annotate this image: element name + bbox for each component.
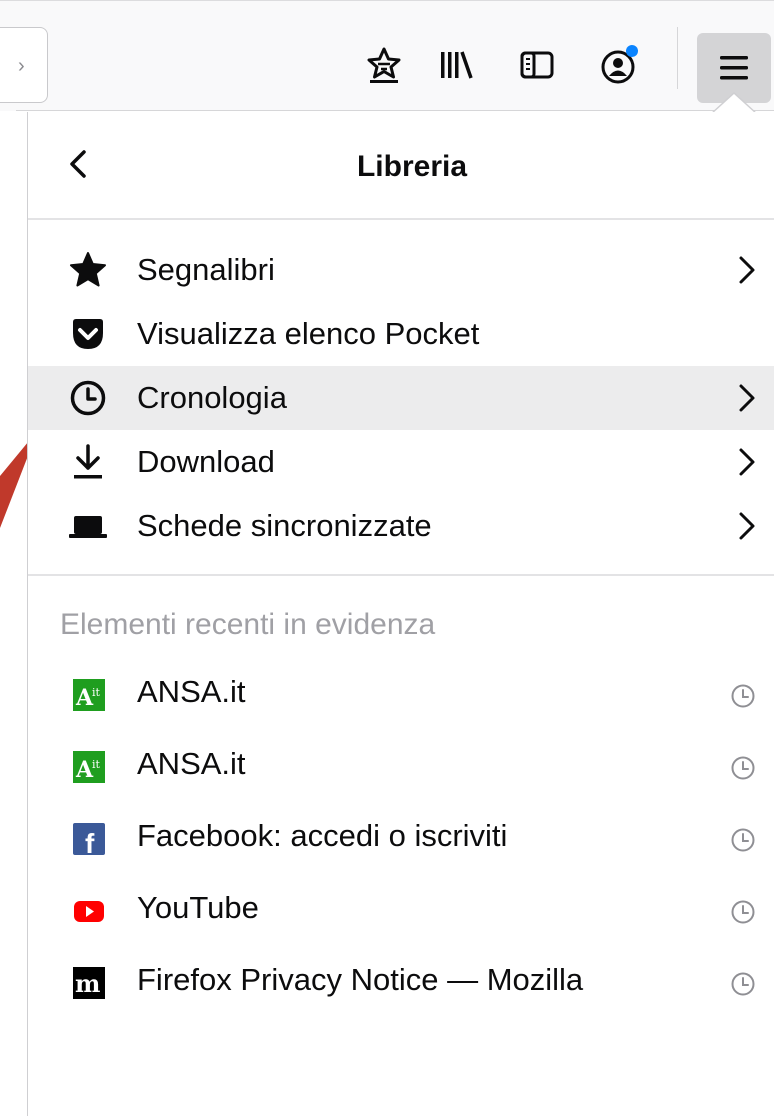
panel-arrow xyxy=(712,94,756,114)
menu-item-label: Segnalibri xyxy=(137,252,275,287)
recent-item-label: Firefox Privacy Notice — Mozilla xyxy=(137,962,584,997)
hamburger-menu-icon xyxy=(720,56,748,80)
chevron-right-icon xyxy=(739,256,755,284)
recent-item-label: YouTube xyxy=(137,890,259,925)
star-icon xyxy=(68,250,108,290)
chevron-left-icon xyxy=(70,150,86,178)
history-clock-icon xyxy=(731,900,755,924)
page-title: Libreria xyxy=(356,150,468,183)
toolbar-border xyxy=(16,110,774,111)
toolbar-divider xyxy=(677,27,678,89)
history-clock-icon xyxy=(731,684,755,708)
mozilla-favicon: m xyxy=(73,967,105,999)
chevron-right-icon xyxy=(739,512,755,540)
account-icon[interactable] xyxy=(598,43,642,87)
recent-highlights-heading: Elementi recenti in evidenza xyxy=(60,608,436,641)
svg-text:it: it xyxy=(92,686,101,699)
separator xyxy=(28,218,774,220)
separator xyxy=(28,574,774,576)
sidebar-icon[interactable] xyxy=(515,43,559,87)
pocket-icon xyxy=(68,314,108,354)
bookmark-star-icon[interactable] xyxy=(362,43,406,87)
menu-item-synced-tabs[interactable]: Schede sincronizzate xyxy=(28,494,774,558)
recent-item[interactable]: f Facebook: accedi o iscriviti xyxy=(28,804,774,874)
notification-dot xyxy=(626,45,638,57)
recent-item-label: ANSA.it xyxy=(137,746,246,781)
download-icon xyxy=(68,442,108,482)
panel-header: Libreria xyxy=(28,112,774,218)
recent-item[interactable]: m Firefox Privacy Notice — Mozilla xyxy=(28,948,774,1018)
history-clock-icon xyxy=(731,972,755,996)
library-icon[interactable] xyxy=(434,43,478,87)
menu-item-bookmarks[interactable]: Segnalibri xyxy=(28,238,774,302)
synced-tabs-icon xyxy=(68,506,108,546)
url-bar-chevron: › xyxy=(18,55,25,77)
history-clock-icon xyxy=(731,756,755,780)
recent-item[interactable]: YouTube xyxy=(28,876,774,946)
menu-item-history[interactable]: Cronologia xyxy=(28,366,774,430)
chevron-right-icon xyxy=(739,384,755,412)
library-panel: Libreria Segnalibri Visualizza elenco Po… xyxy=(27,112,774,1116)
menu-item-pocket[interactable]: Visualizza elenco Pocket xyxy=(28,302,774,366)
menu-item-label: Download xyxy=(137,444,275,479)
facebook-favicon: f xyxy=(73,823,105,855)
history-clock-icon xyxy=(731,828,755,852)
menu-item-label: Schede sincronizzate xyxy=(137,508,432,543)
chevron-right-icon xyxy=(739,448,755,476)
recent-item[interactable]: A it ANSA.it xyxy=(28,660,774,730)
recent-item-label: ANSA.it xyxy=(137,674,246,709)
ansa-favicon: A it xyxy=(73,679,105,711)
ansa-favicon: A it xyxy=(73,751,105,783)
menu-item-downloads[interactable]: Download xyxy=(28,430,774,494)
back-button[interactable] xyxy=(58,144,98,184)
recent-item-label: Facebook: accedi o iscriviti xyxy=(137,818,508,853)
svg-text:f: f xyxy=(85,828,95,855)
svg-text:it: it xyxy=(92,758,101,771)
menu-item-label: Visualizza elenco Pocket xyxy=(137,316,480,351)
recent-item[interactable]: A it ANSA.it xyxy=(28,732,774,802)
clock-icon xyxy=(68,378,108,418)
svg-text:m: m xyxy=(75,969,100,998)
youtube-favicon xyxy=(74,901,104,922)
menu-item-label: Cronologia xyxy=(137,380,287,415)
browser-toolbar: › xyxy=(0,0,774,111)
